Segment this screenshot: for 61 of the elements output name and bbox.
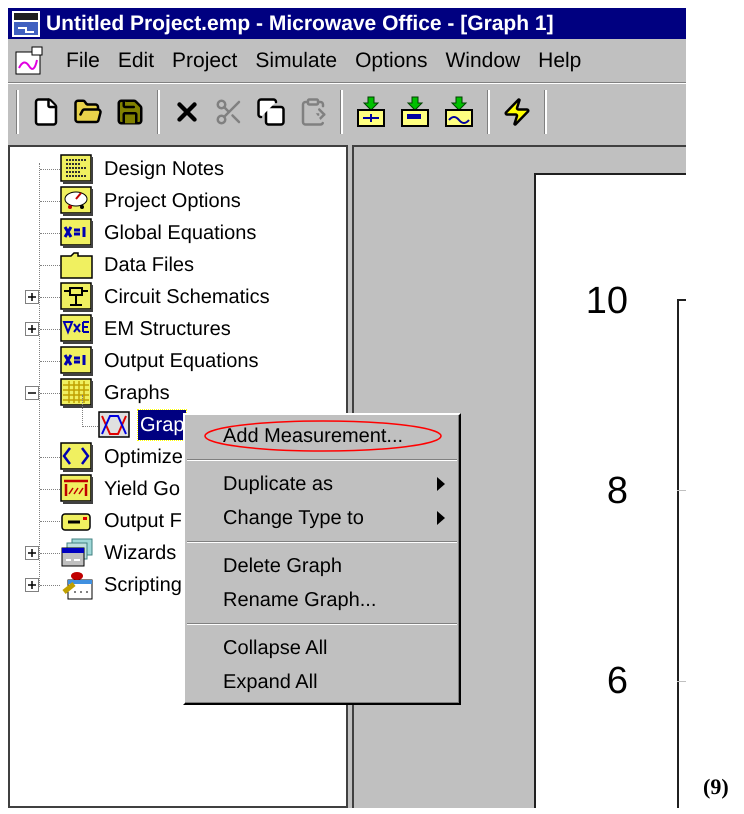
- tree-item[interactable]: Circuit Schematics: [104, 282, 270, 312]
- add-box-icon[interactable]: [399, 96, 431, 128]
- tree-item[interactable]: Yield Go: [104, 474, 180, 504]
- schematic-icon: [60, 282, 94, 312]
- menu-option[interactable]: Rename Graph...: [185, 583, 459, 617]
- tree-item[interactable]: Data Files: [104, 250, 194, 280]
- app-logo-icon: [12, 10, 40, 36]
- lightning-icon[interactable]: [502, 96, 532, 126]
- menu-option[interactable]: Duplicate as: [185, 467, 459, 501]
- menu-item[interactable]: Help: [530, 44, 590, 76]
- save-icon[interactable]: [115, 96, 145, 126]
- copy-icon[interactable]: [256, 96, 286, 126]
- menu-item[interactable]: Simulate: [247, 44, 346, 76]
- submenu-arrow-icon: [437, 477, 445, 491]
- tree-item[interactable]: Wizards: [104, 538, 176, 568]
- add-box-icon[interactable]: [355, 96, 387, 128]
- grid-icon: [60, 378, 94, 408]
- tree-item[interactable]: EM Structures: [104, 314, 231, 344]
- axis-label: 8: [606, 471, 628, 511]
- add-box-icon[interactable]: [443, 96, 475, 128]
- folder-icon: [60, 250, 94, 280]
- expand-icon[interactable]: [25, 322, 39, 336]
- menu-item[interactable]: Edit: [110, 44, 162, 76]
- graph-icon: [98, 410, 132, 440]
- expand-icon[interactable]: [25, 290, 39, 304]
- diamond-icon: [60, 442, 94, 472]
- windows-icon: [60, 538, 94, 568]
- gauge-icon: [60, 186, 94, 216]
- window-title: Untitled Project.emp - Microwave Office - [Graph 1]: [46, 10, 554, 37]
- menu-option[interactable]: Add Measurement...: [185, 419, 459, 453]
- axis-label: 10: [586, 281, 628, 321]
- tree-item[interactable]: Grap: [138, 410, 186, 440]
- field-icon: [60, 314, 94, 344]
- menu-item[interactable]: File: [58, 44, 108, 76]
- notes-icon: [60, 154, 94, 184]
- menu-option[interactable]: Expand All: [185, 665, 459, 699]
- tree-item[interactable]: Scripting: [104, 570, 182, 600]
- collapse-icon[interactable]: [25, 386, 39, 400]
- menu-item[interactable]: Options: [347, 44, 436, 76]
- menu-item[interactable]: Project: [164, 44, 246, 76]
- expand-icon[interactable]: [25, 578, 39, 592]
- expand-icon[interactable]: [25, 546, 39, 560]
- submenu-arrow-icon: [437, 511, 445, 525]
- tree-item[interactable]: Output F: [104, 506, 182, 536]
- axis-label: 6: [606, 661, 628, 701]
- tree-item[interactable]: Design Notes: [104, 154, 224, 184]
- tree-item[interactable]: Project Options: [104, 186, 241, 216]
- figure-number: (9): [703, 773, 729, 801]
- equation-icon: [60, 218, 94, 248]
- menu-item[interactable]: Window: [437, 44, 528, 76]
- menu-option[interactable]: Change Type to: [185, 501, 459, 535]
- yield-icon: [60, 474, 94, 504]
- equation-icon: [60, 346, 94, 376]
- document-icon[interactable]: [14, 46, 44, 76]
- tree-item[interactable]: Graphs: [104, 378, 170, 408]
- script-icon: [60, 570, 94, 600]
- tree-item[interactable]: Optimize: [104, 442, 183, 472]
- menu-option[interactable]: Collapse All: [185, 631, 459, 665]
- tree-item[interactable]: Output Equations: [104, 346, 259, 376]
- menu-option[interactable]: Delete Graph: [185, 549, 459, 583]
- tree-item[interactable]: Global Equations: [104, 218, 256, 248]
